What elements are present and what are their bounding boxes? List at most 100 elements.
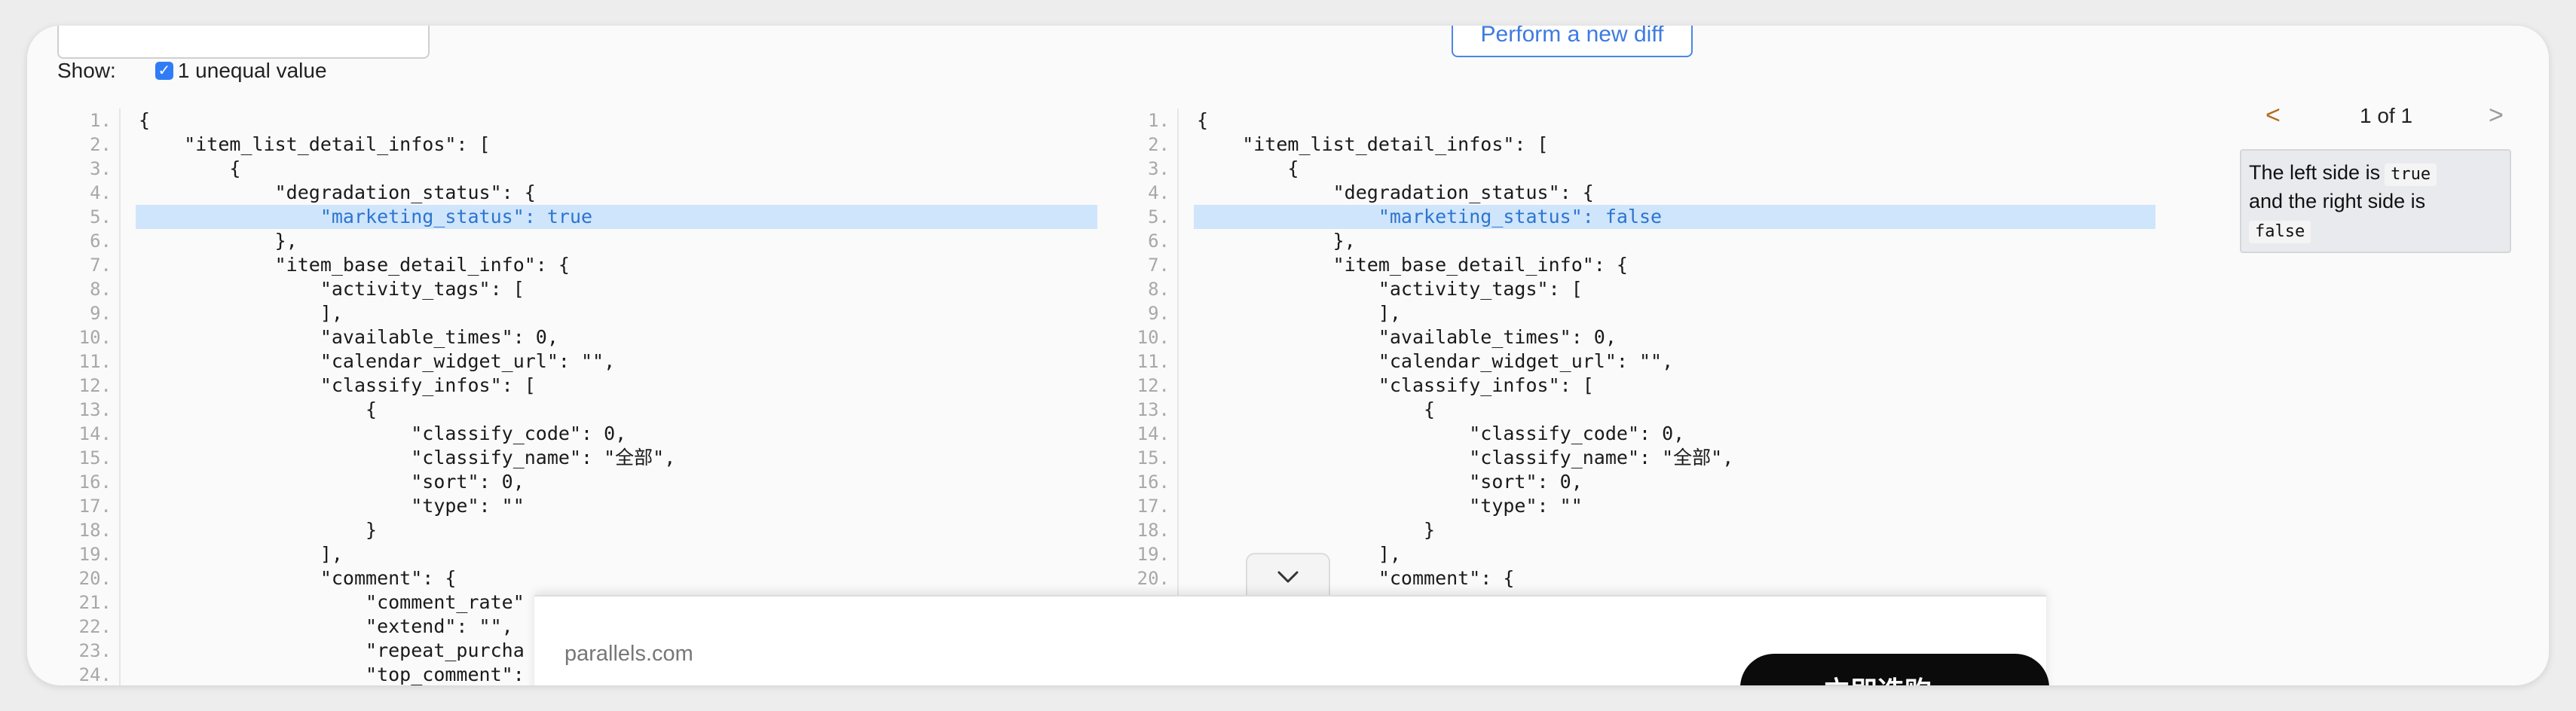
code-text: } — [139, 519, 378, 541]
left-code-line: 6. }, — [57, 229, 1112, 253]
left-code-line: 18. } — [57, 518, 1112, 542]
code-text: { — [1197, 398, 1436, 420]
code-text: "classify_name": "全部", — [139, 447, 676, 468]
line-number: 1. — [90, 110, 112, 131]
right-code-line: 10. "available_times": 0, — [1115, 325, 2171, 349]
code-text: "classify_code": 0, — [139, 423, 627, 444]
code-text: "comment": { — [1197, 567, 1515, 589]
left-code-line: 13. { — [57, 398, 1112, 422]
show-label: Show: — [57, 59, 116, 82]
right-value-chip: false — [2249, 221, 2311, 243]
left-code-line: 17. "type": "" — [57, 494, 1112, 518]
line-number: 12. — [1137, 375, 1170, 396]
line-number: 2. — [1148, 134, 1170, 155]
code-text: "classify_infos": [ — [139, 374, 536, 396]
right-code-line: 17. "type": "" — [1115, 494, 2171, 518]
right-code-line: 1. { — [1115, 108, 2171, 133]
left-code-line: 4. "degradation_status": { — [57, 181, 1112, 205]
code-text: "type": "" — [1197, 495, 1583, 517]
code-text: "item_base_detail_info": { — [139, 254, 570, 276]
code-text: "sort": 0, — [1197, 471, 1583, 493]
right-highlighted-line: 5. "marketing_status": false — [1115, 205, 2171, 229]
code-text: "calendar_widget_url": "", — [1197, 350, 1674, 372]
line-number: 9. — [90, 303, 112, 324]
code-text: "marketing_status": false — [1194, 205, 2155, 229]
right-code-line: 7. "item_base_detail_info": { — [1115, 253, 2171, 277]
diff-explanation-box: The left side is true and the right side … — [2240, 149, 2511, 253]
right-code-line: 4. "degradation_status": { — [1115, 181, 2171, 205]
code-text: { — [139, 398, 378, 420]
left-code-line: 9. ], — [57, 301, 1112, 325]
line-number: 15. — [78, 447, 112, 468]
chevron-left-icon[interactable]: < — [2265, 101, 2281, 130]
right-code-line: 11. "calendar_widget_url": "", — [1115, 349, 2171, 374]
left-code-line: 20. "comment": { — [57, 566, 1112, 590]
left-value-chip: true — [2385, 163, 2437, 186]
line-number: 5. — [90, 206, 112, 227]
right-side-text: and the right side is — [2249, 190, 2426, 212]
line-number: 19. — [1137, 544, 1170, 565]
top-input-field[interactable] — [57, 26, 430, 59]
line-number: 14. — [78, 423, 112, 444]
line-number: 24. — [78, 664, 112, 685]
left-code-line: 10. "available_times": 0, — [57, 325, 1112, 349]
line-number: 17. — [1137, 496, 1170, 517]
code-text: }, — [139, 230, 298, 252]
filter-row: Show: ✓ 1 unequal value — [57, 56, 327, 86]
code-text: "degradation_status": { — [139, 182, 536, 203]
buy-now-button[interactable]: 立即选购 → — [1740, 654, 2049, 685]
line-number: 12. — [78, 375, 112, 396]
line-number: 4. — [1148, 182, 1170, 203]
code-text: "marketing_status": true — [136, 205, 1097, 229]
line-number: 7. — [1148, 255, 1170, 276]
line-number: 10. — [1137, 327, 1170, 348]
left-code-line: 3. { — [57, 157, 1112, 181]
right-code-line: 14. "classify_code": 0, — [1115, 422, 2171, 446]
right-code-line: 3. { — [1115, 157, 2171, 181]
code-text: "classify_code": 0, — [1197, 423, 1685, 444]
code-text: "activity_tags": [ — [1197, 278, 1583, 300]
chevron-right-icon[interactable]: > — [2489, 101, 2504, 130]
right-code-line: 18. } — [1115, 518, 2171, 542]
line-number: 21. — [78, 592, 112, 613]
code-text: ], — [1197, 302, 1401, 324]
right-code-line: 2. "item_list_detail_infos": [ — [1115, 133, 2171, 157]
left-code-line: 1. { — [57, 108, 1112, 133]
right-code-line: 12. "classify_infos": [ — [1115, 374, 2171, 398]
line-number: 13. — [78, 399, 112, 420]
left-side-text: The left side is — [2249, 161, 2381, 184]
right-code-line: 13. { — [1115, 398, 2171, 422]
right-code-line: 6. }, — [1115, 229, 2171, 253]
line-number: 3. — [90, 158, 112, 179]
diff-navigator: < 1 of 1 > — [2243, 98, 2544, 133]
code-text: ], — [139, 543, 343, 565]
code-text: ], — [1378, 543, 1401, 565]
code-text: "activity_tags": [ — [139, 278, 525, 300]
code-text: "classify_infos": [ — [1197, 374, 1594, 396]
line-number: 7. — [90, 255, 112, 276]
right-code-line: 9. ], — [1115, 301, 2171, 325]
collapse-tab[interactable] — [1246, 553, 1330, 597]
code-text: "degradation_status": { — [1197, 182, 1594, 203]
left-code-line: 8. "activity_tags": [ — [57, 277, 1112, 301]
perform-new-diff-button[interactable]: Perform a new diff — [1452, 26, 1693, 57]
line-number: 6. — [1148, 230, 1170, 252]
line-number: 13. — [1137, 399, 1170, 420]
code-text: ], — [139, 302, 343, 324]
code-text: { — [139, 109, 151, 131]
line-number: 11. — [1137, 351, 1170, 372]
line-number: 20. — [78, 568, 112, 589]
line-number: 6. — [90, 230, 112, 252]
left-code-line: 14. "classify_code": 0, — [57, 422, 1112, 446]
line-number: 9. — [1148, 303, 1170, 324]
line-number: 11. — [78, 351, 112, 372]
unequal-values-label[interactable]: 1 unequal value — [178, 59, 327, 83]
line-number: 17. — [78, 496, 112, 517]
right-code-line: 15. "classify_name": "全部", — [1115, 446, 2171, 470]
code-text: "item_list_detail_infos": [ — [139, 133, 491, 155]
line-number: 8. — [90, 279, 112, 300]
browser-window: Perform a new diff Show: ✓ 1 unequal val… — [27, 26, 2549, 685]
ad-domain-text: parallels.com — [564, 642, 693, 666]
line-number: 23. — [78, 640, 112, 661]
unequal-values-checkbox[interactable]: ✓ — [154, 62, 173, 80]
